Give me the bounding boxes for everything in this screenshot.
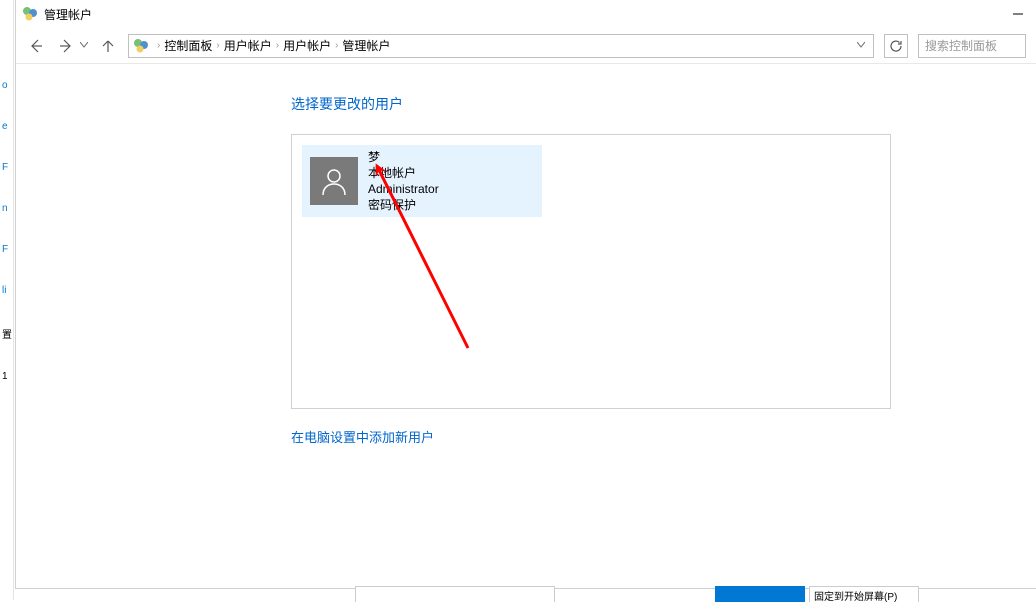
breadcrumb-item[interactable]: 控制面板: [164, 37, 212, 54]
history-dropdown[interactable]: [80, 40, 88, 51]
app-icon: [22, 6, 38, 22]
location-icon: [133, 38, 149, 54]
left-edge-item: F: [0, 244, 13, 255]
user-account-type: 本地帐户: [368, 165, 439, 181]
search-placeholder: 搜索控制面板: [925, 37, 997, 54]
user-card[interactable]: 梦 本地帐户 Administrator 密码保护: [302, 145, 542, 217]
breadcrumb-item[interactable]: 用户帐户: [283, 37, 331, 54]
navigation-bar: › 控制面板 › 用户帐户 › 用户帐户 › 管理帐户 搜索控制面板: [16, 28, 1036, 64]
left-edge-item: e: [0, 121, 13, 132]
up-button[interactable]: [98, 36, 118, 56]
add-user-link[interactable]: 在电脑设置中添加新用户: [291, 427, 434, 446]
user-protection: 密码保护: [368, 197, 439, 213]
content-area: 选择要更改的用户 梦 本地帐户 Administrator 密码保护 在电脑设置…: [16, 64, 1036, 447]
left-edge-item: F: [0, 162, 13, 173]
left-edge-panel: o e F n F li 置 1: [0, 0, 14, 600]
page-heading: 选择要更改的用户: [291, 94, 1036, 114]
chevron-right-icon: ›: [335, 40, 338, 51]
left-edge-item: 1: [0, 371, 13, 382]
chevron-right-icon: ›: [157, 40, 160, 51]
search-input[interactable]: 搜索控制面板: [918, 34, 1026, 58]
left-edge-item: li: [0, 285, 13, 296]
breadcrumb-item[interactable]: 用户帐户: [224, 37, 272, 54]
user-list-container: 梦 本地帐户 Administrator 密码保护: [291, 134, 891, 409]
forward-button[interactable]: [56, 36, 76, 56]
chevron-right-icon: ›: [276, 40, 279, 51]
bottom-edge: 固定到开始屏幕(P): [15, 588, 1036, 600]
title-bar: 管理帐户: [16, 0, 1036, 28]
left-edge-item: 置: [0, 326, 13, 341]
breadcrumb-dropdown-icon[interactable]: [853, 40, 869, 51]
minimize-button[interactable]: [1000, 0, 1036, 28]
refresh-button[interactable]: [884, 34, 908, 58]
chevron-right-icon: ›: [216, 40, 219, 51]
left-edge-item: n: [0, 203, 13, 214]
window-title: 管理帐户: [44, 6, 1030, 23]
user-name: 梦: [368, 149, 439, 165]
back-button[interactable]: [26, 36, 46, 56]
user-role: Administrator: [368, 181, 439, 197]
left-edge-item: o: [0, 80, 13, 91]
user-avatar-icon: [310, 157, 358, 205]
breadcrumb[interactable]: › 控制面板 › 用户帐户 › 用户帐户 › 管理帐户: [128, 34, 874, 58]
user-info: 梦 本地帐户 Administrator 密码保护: [368, 149, 439, 214]
breadcrumb-item[interactable]: 管理帐户: [342, 37, 390, 54]
control-panel-window: 管理帐户 › 控制: [15, 0, 1036, 600]
